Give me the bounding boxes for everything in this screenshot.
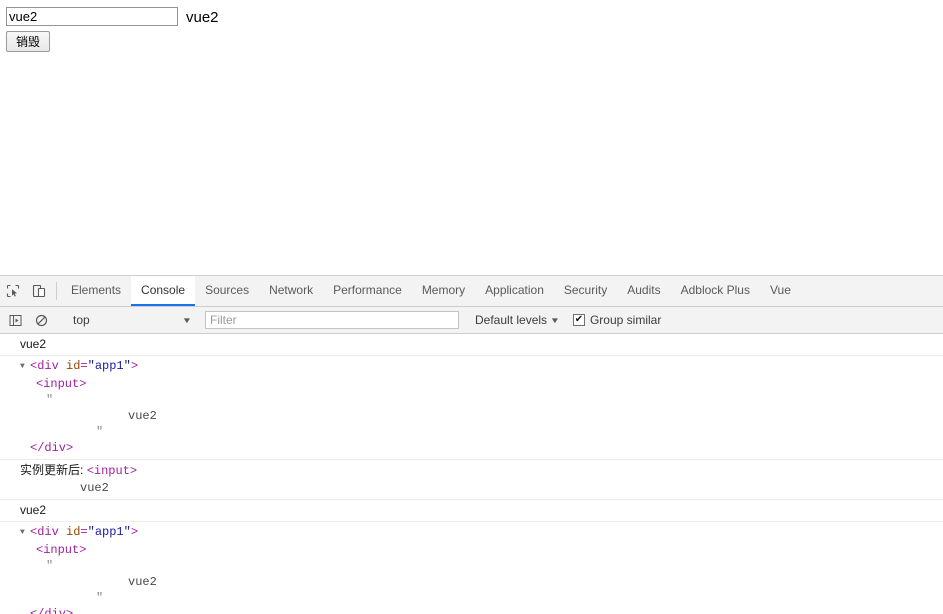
execution-context-label: top	[73, 313, 90, 327]
device-toolbar-icon[interactable]	[26, 276, 52, 306]
tab-sources[interactable]: Sources	[195, 276, 259, 306]
group-similar-toggle[interactable]: ✔ Group similar	[572, 313, 662, 327]
attr-equals: =	[80, 359, 88, 373]
destroy-button[interactable]: 销毁	[6, 31, 50, 52]
dom-close-tag-line: </div>	[0, 606, 943, 614]
attr-name: id	[66, 525, 81, 539]
tab-adblock-plus[interactable]: Adblock Plus	[671, 276, 760, 306]
dom-textnode-quote-close: "	[0, 590, 943, 606]
tag-name: div	[37, 359, 59, 373]
console-message[interactable]: 实例更新后: <input> vue2	[0, 460, 943, 500]
console-log-text: vue2	[20, 337, 47, 351]
tab-memory[interactable]: Memory	[412, 276, 475, 306]
tag-gt: >	[130, 359, 139, 373]
logged-input-value: vue2	[0, 480, 943, 496]
group-similar-checkbox[interactable]: ✔	[572, 314, 585, 326]
dom-textnode-value: vue2	[0, 574, 943, 590]
quote-glyph: "	[96, 591, 104, 605]
attr-value: "app1"	[87, 359, 131, 373]
expand-triangle-icon[interactable]: ▼	[20, 525, 30, 541]
textnode-text: vue2	[128, 575, 157, 589]
close-tag-name: </div>	[30, 607, 74, 614]
toolbar-divider	[56, 282, 57, 300]
dom-child-input-tag[interactable]: <input>	[0, 542, 943, 558]
console-message[interactable]: vue2	[0, 500, 943, 522]
execution-context-select[interactable]: top ▼	[67, 310, 195, 330]
dom-textnode-quote-open: "	[0, 392, 943, 408]
child-tag-name: <input>	[36, 377, 87, 391]
vue-model-input[interactable]	[6, 7, 178, 26]
quote-glyph: "	[46, 559, 54, 573]
chevron-down-icon: ▼	[181, 315, 193, 325]
console-message[interactable]: ▼ <div id="app1"> <input> " vue2 " </div>	[0, 356, 943, 460]
tab-security[interactable]: Security	[554, 276, 617, 306]
devtools-panel: Elements Console Sources Network Perform…	[0, 275, 943, 614]
tab-vue[interactable]: Vue	[760, 276, 801, 306]
devtools-tabbar: Elements Console Sources Network Perform…	[0, 276, 943, 307]
tab-performance[interactable]: Performance	[323, 276, 412, 306]
console-filter-input[interactable]	[205, 311, 459, 329]
dom-child-input-tag[interactable]: <input>	[0, 376, 943, 392]
close-tag-name: </div>	[30, 441, 74, 455]
quote-glyph: "	[96, 425, 104, 439]
tag-name: div	[37, 525, 59, 539]
textnode-text: vue2	[128, 409, 157, 423]
console-message[interactable]: vue2	[0, 334, 943, 356]
attr-equals: =	[80, 525, 88, 539]
dom-textnode-value: vue2	[0, 408, 943, 424]
dom-open-tag-line[interactable]: ▼ <div id="app1">	[0, 358, 943, 376]
tag-gt: >	[130, 525, 139, 539]
console-message-list[interactable]: vue2 ▼ <div id="app1"> <input> " vue2 " <…	[0, 334, 943, 614]
inspect-element-icon[interactable]	[0, 276, 26, 306]
console-log-text: vue2	[20, 503, 47, 517]
logged-input-tag[interactable]: <input>	[87, 464, 137, 478]
chevron-down-icon: ▼	[549, 315, 561, 325]
dom-textnode-quote-close: "	[0, 424, 943, 440]
tab-application[interactable]: Application	[475, 276, 554, 306]
tab-console[interactable]: Console	[131, 276, 196, 306]
expand-triangle-icon[interactable]: ▼	[20, 359, 30, 375]
console-toolbar: top ▼ Default levels ▼ ✔ Group similar	[0, 307, 943, 334]
dom-close-tag-line: </div>	[0, 440, 943, 456]
group-similar-label: Group similar	[589, 313, 662, 327]
console-labeled-log: 实例更新后: <input>	[0, 462, 943, 480]
quote-glyph: "	[46, 393, 54, 407]
clear-console-icon[interactable]	[28, 314, 54, 327]
console-sidebar-icon[interactable]	[2, 314, 28, 327]
tab-audits[interactable]: Audits	[617, 276, 670, 306]
log-levels-select[interactable]: Default levels ▼	[471, 311, 563, 329]
child-tag-name: <input>	[36, 543, 87, 557]
dom-open-tag-line[interactable]: ▼ <div id="app1">	[0, 524, 943, 542]
bound-text-output: vue2	[186, 9, 219, 26]
web-page-viewport: vue2 销毁	[0, 0, 943, 275]
log-label: 实例更新后:	[20, 463, 84, 477]
tab-elements[interactable]: Elements	[61, 276, 131, 306]
attr-name: id	[66, 359, 81, 373]
console-message[interactable]: ▼ <div id="app1"> <input> " vue2 " </div>	[0, 522, 943, 614]
attr-value: "app1"	[87, 525, 131, 539]
tab-network[interactable]: Network	[259, 276, 323, 306]
dom-textnode-quote-open: "	[0, 558, 943, 574]
log-levels-label: Default levels	[475, 313, 548, 327]
logged-value-text: vue2	[80, 481, 109, 495]
